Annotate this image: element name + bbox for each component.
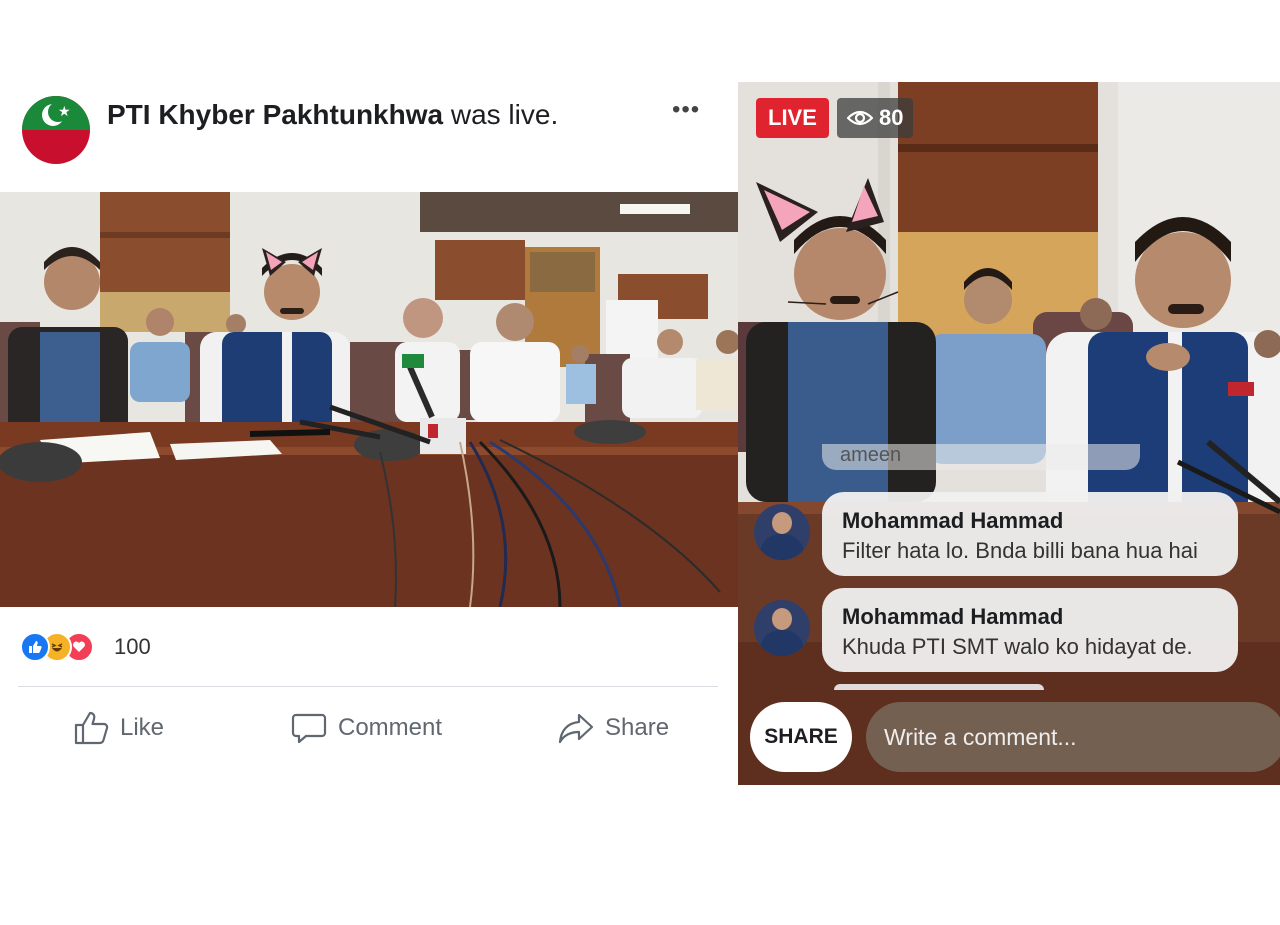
reaction-count: 100	[114, 634, 151, 659]
next-comment-peek	[834, 684, 1044, 690]
post-header: PTI Khyber Pakhtunkhwa was live.	[107, 98, 558, 132]
commenter-avatar[interactable]	[754, 600, 810, 656]
live-comment: Mohammad Hammad Filter hata lo. Bnda bil…	[754, 492, 1254, 580]
commenter-avatar[interactable]	[754, 504, 810, 560]
more-icon[interactable]: •••	[672, 98, 700, 122]
star-icon: ★	[58, 103, 71, 119]
page-avatar[interactable]: ★	[22, 96, 90, 164]
share-label: Share	[605, 714, 670, 741]
viewer-count: 80	[879, 105, 904, 130]
page-name-link[interactable]: PTI Khyber Pakhtunkhwa	[107, 99, 443, 130]
eye-icon	[847, 110, 873, 126]
live-video-thumbnail[interactable]	[0, 192, 738, 607]
live-share-button[interactable]: SHARE	[750, 702, 852, 772]
comment-bubble: Mohammad Hammad Khuda PTI SMT walo ko hi…	[822, 588, 1238, 672]
thumb-icon	[74, 711, 109, 745]
comment-label: Comment	[338, 714, 443, 741]
like-button[interactable]: Like	[72, 708, 164, 748]
like-reaction-icon	[20, 632, 50, 662]
press-conference-photo	[0, 192, 738, 607]
comment-input[interactable]: Write a comment...	[866, 702, 1280, 772]
live-broadcast-view: LIVE 80 ameen Mohammad Hammad Filter hat…	[738, 82, 1280, 785]
commenter-name[interactable]: Mohammad Hammad	[842, 508, 1063, 534]
comment-bubble: Mohammad Hammad Filter hata lo. Bnda bil…	[822, 492, 1238, 576]
post-actions: Like Comment Share	[0, 708, 738, 748]
comment-button[interactable]: Comment	[290, 708, 442, 748]
share-button[interactable]: Share	[557, 708, 669, 748]
post-status: was live.	[443, 99, 559, 130]
faded-comment: ameen	[822, 444, 1140, 470]
facebook-post: ★ PTI Khyber Pakhtunkhwa was live. ••• 1…	[0, 82, 738, 782]
live-badge: LIVE	[756, 98, 829, 138]
comment-text: Khuda PTI SMT walo ko hidayat de.	[842, 634, 1193, 659]
live-video-frame	[738, 82, 1280, 785]
like-label: Like	[120, 714, 165, 741]
share-arrow-icon	[558, 713, 594, 744]
live-comment: Mohammad Hammad Khuda PTI SMT walo ko hi…	[754, 588, 1254, 676]
divider	[18, 686, 718, 687]
comment-text: Filter hata lo. Bnda billi bana hua hai	[842, 538, 1198, 563]
commenter-name[interactable]: Mohammad Hammad	[842, 604, 1063, 630]
speech-bubble-icon	[291, 713, 327, 744]
viewer-count-badge: 80	[837, 98, 914, 138]
